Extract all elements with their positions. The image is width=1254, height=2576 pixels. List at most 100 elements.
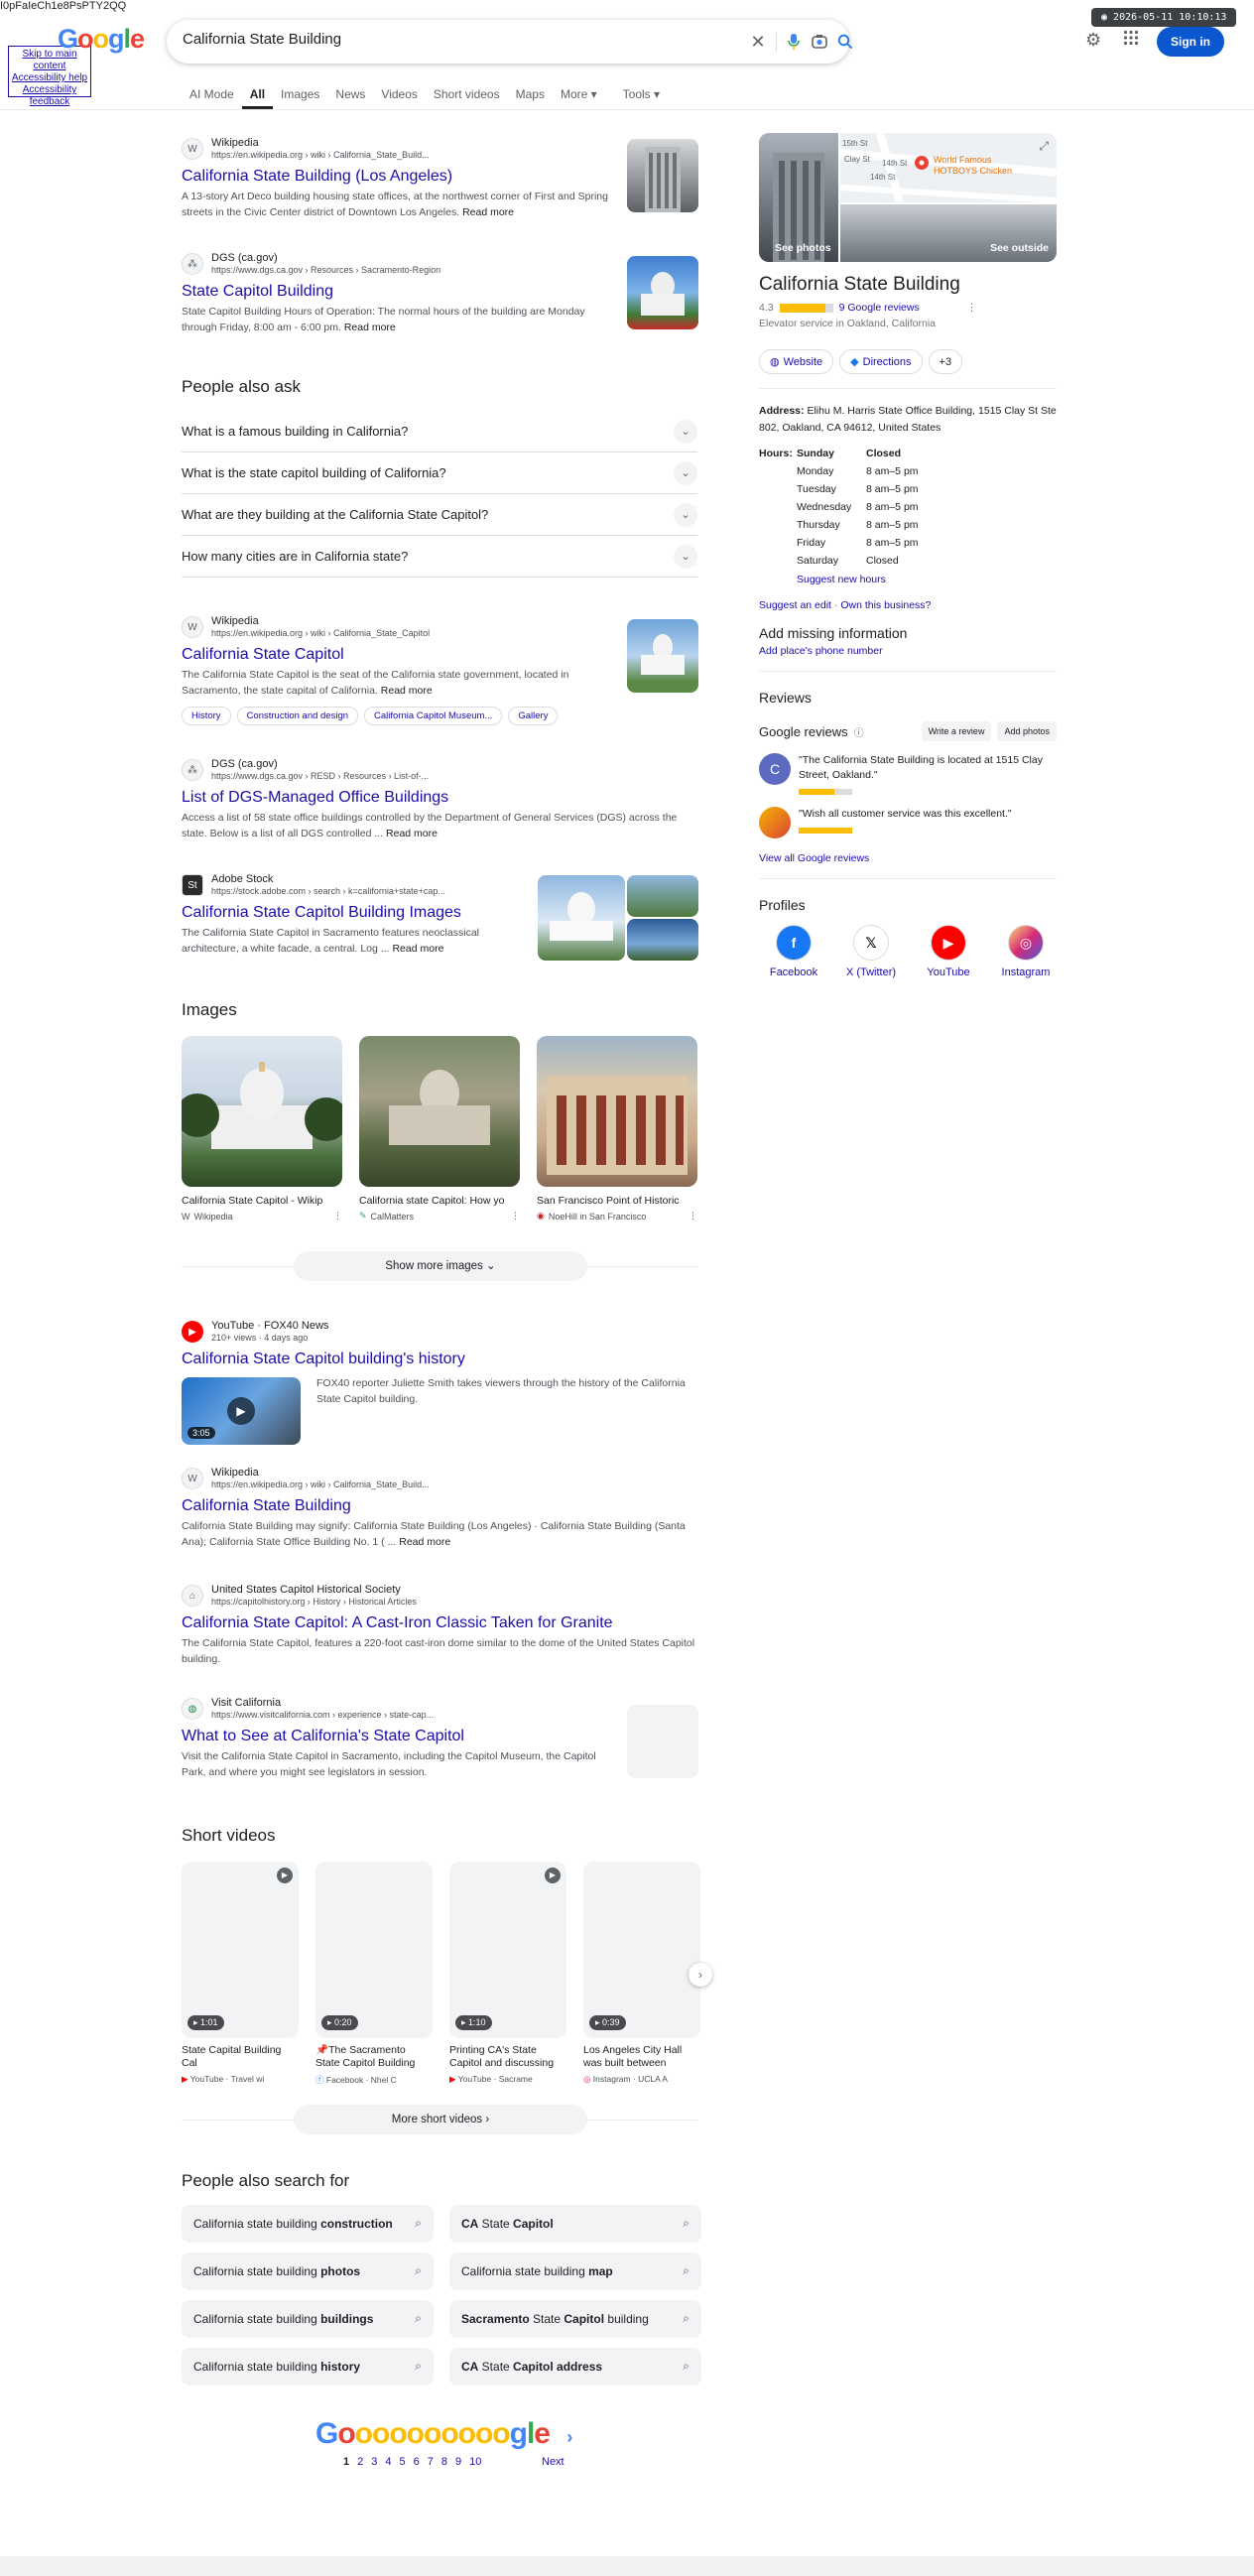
info-icon[interactable]: ⓘ bbox=[854, 724, 864, 739]
image-card[interactable]: California State Capitol - Wikip W Wikipe… bbox=[176, 1036, 348, 1222]
paa-question[interactable]: What are they building at the California… bbox=[182, 494, 697, 536]
page-link[interactable]: 7 bbox=[428, 2456, 434, 2468]
more-options-icon[interactable]: ⋮ bbox=[689, 1211, 697, 1222]
tab-images[interactable]: Images bbox=[273, 83, 327, 109]
image-thumbnail[interactable] bbox=[359, 1036, 520, 1187]
short-video-caption[interactable]: State Capital Building Cal bbox=[182, 2044, 299, 2070]
page-link[interactable]: 9 bbox=[455, 2456, 461, 2468]
image-caption[interactable]: California State Capitol - Wikip bbox=[182, 1195, 342, 1207]
short-video-thumbnail[interactable]: ▸ 0:20 bbox=[315, 1862, 433, 2038]
play-icon[interactable]: ▶ bbox=[545, 1868, 561, 1883]
result-thumbnail[interactable] bbox=[627, 256, 698, 329]
chevron-right-icon[interactable]: › bbox=[566, 2427, 572, 2447]
result-url[interactable]: https://www.visitcalifornia.com › experi… bbox=[211, 1710, 434, 1721]
page-link[interactable]: 3 bbox=[371, 2456, 377, 2468]
result-title-link[interactable]: State Capitol Building bbox=[182, 282, 697, 302]
add-photos-button[interactable]: Add photos bbox=[997, 721, 1057, 741]
own-business-link[interactable]: Own this business? bbox=[840, 599, 931, 611]
related-search[interactable]: California state building buildings ⌕ bbox=[182, 2300, 434, 2338]
kp-street-view[interactable]: See outside bbox=[840, 204, 1057, 262]
reviews-link[interactable]: 9 Google reviews bbox=[839, 302, 920, 314]
see-outside-label[interactable]: See outside bbox=[990, 242, 1049, 254]
related-search[interactable]: California state building photos ⌕ bbox=[182, 2253, 434, 2290]
profile-x[interactable]: 𝕏 X (Twitter) bbox=[836, 925, 906, 978]
kp-photo[interactable]: See photos bbox=[759, 133, 838, 262]
play-icon[interactable]: ▶ bbox=[227, 1397, 255, 1425]
more-short-videos-button[interactable]: More short videos › bbox=[294, 2105, 587, 2134]
result-thumbnail[interactable] bbox=[627, 1705, 698, 1778]
page-link[interactable]: 6 bbox=[414, 2456, 420, 2468]
chip-gallery[interactable]: Gallery bbox=[508, 707, 559, 725]
suggest-edit-link[interactable]: Suggest an edit bbox=[759, 599, 831, 611]
result-url[interactable]: https://en.wikipedia.org › wiki › Califo… bbox=[211, 1480, 430, 1490]
apps-grid-icon[interactable] bbox=[1123, 30, 1139, 51]
short-video-thumbnail[interactable]: ▶ ▸ 1:10 bbox=[449, 1862, 566, 2038]
tab-more[interactable]: More ▾ bbox=[553, 83, 605, 109]
short-video-card[interactable]: ▶ ▸ 1:10 Printing CA's State Capitol and … bbox=[449, 1862, 566, 2085]
tab-all[interactable]: All bbox=[241, 83, 274, 109]
tab-videos[interactable]: Videos bbox=[373, 83, 425, 109]
related-search[interactable]: CA State Capitol ⌕ bbox=[449, 2205, 701, 2243]
related-search[interactable]: Sacramento State Capitol building ⌕ bbox=[449, 2300, 701, 2338]
tab-maps[interactable]: Maps bbox=[508, 83, 553, 109]
result-thumbnail[interactable] bbox=[627, 619, 698, 693]
video-thumbnail[interactable]: ▶ 3:05 bbox=[182, 1377, 301, 1445]
video-title-link[interactable]: California State Capitol building's hist… bbox=[182, 1350, 697, 1369]
chip-construction[interactable]: Construction and design bbox=[236, 707, 359, 725]
accessibility-feedback-link[interactable]: Accessibility feedback bbox=[9, 84, 90, 108]
short-video-caption[interactable]: Printing CA's State Capitol and discussi… bbox=[449, 2044, 566, 2070]
kp-map[interactable]: 15th St 14th St Clay St 14th St World Fa… bbox=[840, 133, 1057, 202]
tab-ai-mode[interactable]: AI Mode bbox=[182, 83, 242, 109]
directions-button[interactable]: ◆ Directions bbox=[839, 349, 923, 374]
result-title-link[interactable]: California State Building bbox=[182, 1496, 697, 1516]
result-url[interactable]: https://capitolhistory.org › History › H… bbox=[211, 1597, 417, 1608]
result-title-link[interactable]: California State Capitol: A Cast-Iron Cl… bbox=[182, 1613, 697, 1633]
add-phone-link[interactable]: Add place's phone number bbox=[759, 645, 1057, 657]
chevron-down-icon[interactable]: ⌄ bbox=[674, 545, 697, 569]
short-video-thumbnail[interactable]: ▸ 0:39 bbox=[583, 1862, 700, 2038]
profile-youtube[interactable]: ▶ YouTube bbox=[914, 925, 983, 978]
sign-in-button[interactable]: Sign in bbox=[1157, 27, 1224, 57]
read-more-link[interactable]: Read more bbox=[386, 828, 438, 839]
tab-tools[interactable]: Tools ▾ bbox=[615, 83, 668, 109]
suggest-hours-link[interactable]: Suggest new hours bbox=[797, 574, 1057, 585]
paa-question[interactable]: What is the state capitol building of Ca… bbox=[182, 452, 697, 494]
page-link[interactable]: 10 bbox=[469, 2456, 481, 2468]
search-input[interactable]: California State Building bbox=[183, 31, 341, 48]
chip-history[interactable]: History bbox=[182, 707, 231, 725]
read-more-link[interactable]: Read more bbox=[399, 1536, 450, 1548]
related-search[interactable]: California state building construction ⌕ bbox=[182, 2205, 434, 2243]
more-options-icon[interactable]: ⋮ bbox=[333, 1211, 342, 1222]
paa-question[interactable]: What is a famous building in California?… bbox=[182, 411, 697, 452]
lens-search-icon[interactable] bbox=[808, 30, 831, 54]
chip-museum[interactable]: California Capitol Museum... bbox=[364, 707, 503, 725]
short-video-caption[interactable]: Los Angeles City Hall was built between bbox=[583, 2044, 700, 2070]
search-icon[interactable] bbox=[833, 30, 857, 54]
related-search[interactable]: California state building history ⌕ bbox=[182, 2348, 434, 2385]
clear-icon[interactable]: ✕ bbox=[746, 30, 770, 54]
short-video-card[interactable]: ▸ 0:39 Los Angeles City Hall was built b… bbox=[583, 1862, 700, 2085]
short-video-card[interactable]: ▶ ▸ 1:01 State Capital Building Cal ▶ You… bbox=[182, 1862, 299, 2085]
read-more-link[interactable]: Read more bbox=[344, 322, 396, 333]
google-logo[interactable]: Google bbox=[58, 24, 145, 55]
more-options-icon[interactable]: ⋮ bbox=[511, 1211, 520, 1222]
chevron-down-icon[interactable]: ⌄ bbox=[674, 420, 697, 444]
tab-short-videos[interactable]: Short videos bbox=[426, 83, 508, 109]
gear-icon[interactable]: ⚙ bbox=[1085, 30, 1101, 51]
see-photos-label[interactable]: See photos bbox=[775, 242, 831, 254]
result-image[interactable] bbox=[627, 875, 698, 917]
show-more-images-button[interactable]: Show more images ⌄ bbox=[294, 1251, 587, 1281]
result-url[interactable]: https://en.wikipedia.org › wiki › Califo… bbox=[211, 628, 430, 639]
tab-news[interactable]: News bbox=[327, 83, 373, 109]
chevron-down-icon[interactable]: ⌄ bbox=[674, 461, 697, 485]
image-thumbnail[interactable] bbox=[176, 1036, 348, 1187]
result-title-link[interactable]: List of DGS-Managed Office Buildings bbox=[182, 788, 697, 808]
page-link[interactable]: 4 bbox=[385, 2456, 391, 2468]
image-caption[interactable]: San Francisco Point of Historic bbox=[537, 1195, 697, 1207]
write-review-button[interactable]: Write a review bbox=[921, 721, 992, 741]
map-place-label[interactable]: World Famous HOTBOYS Chicken bbox=[934, 155, 1023, 177]
image-card[interactable]: California state Capitol: How yo ✎ CalMat… bbox=[359, 1036, 520, 1222]
profile-instagram[interactable]: ◎ Instagram bbox=[991, 925, 1061, 978]
short-video-card[interactable]: ▸ 0:20 📌The Sacramento State Capitol Bui… bbox=[315, 1862, 433, 2086]
image-thumbnail[interactable] bbox=[537, 1036, 697, 1187]
